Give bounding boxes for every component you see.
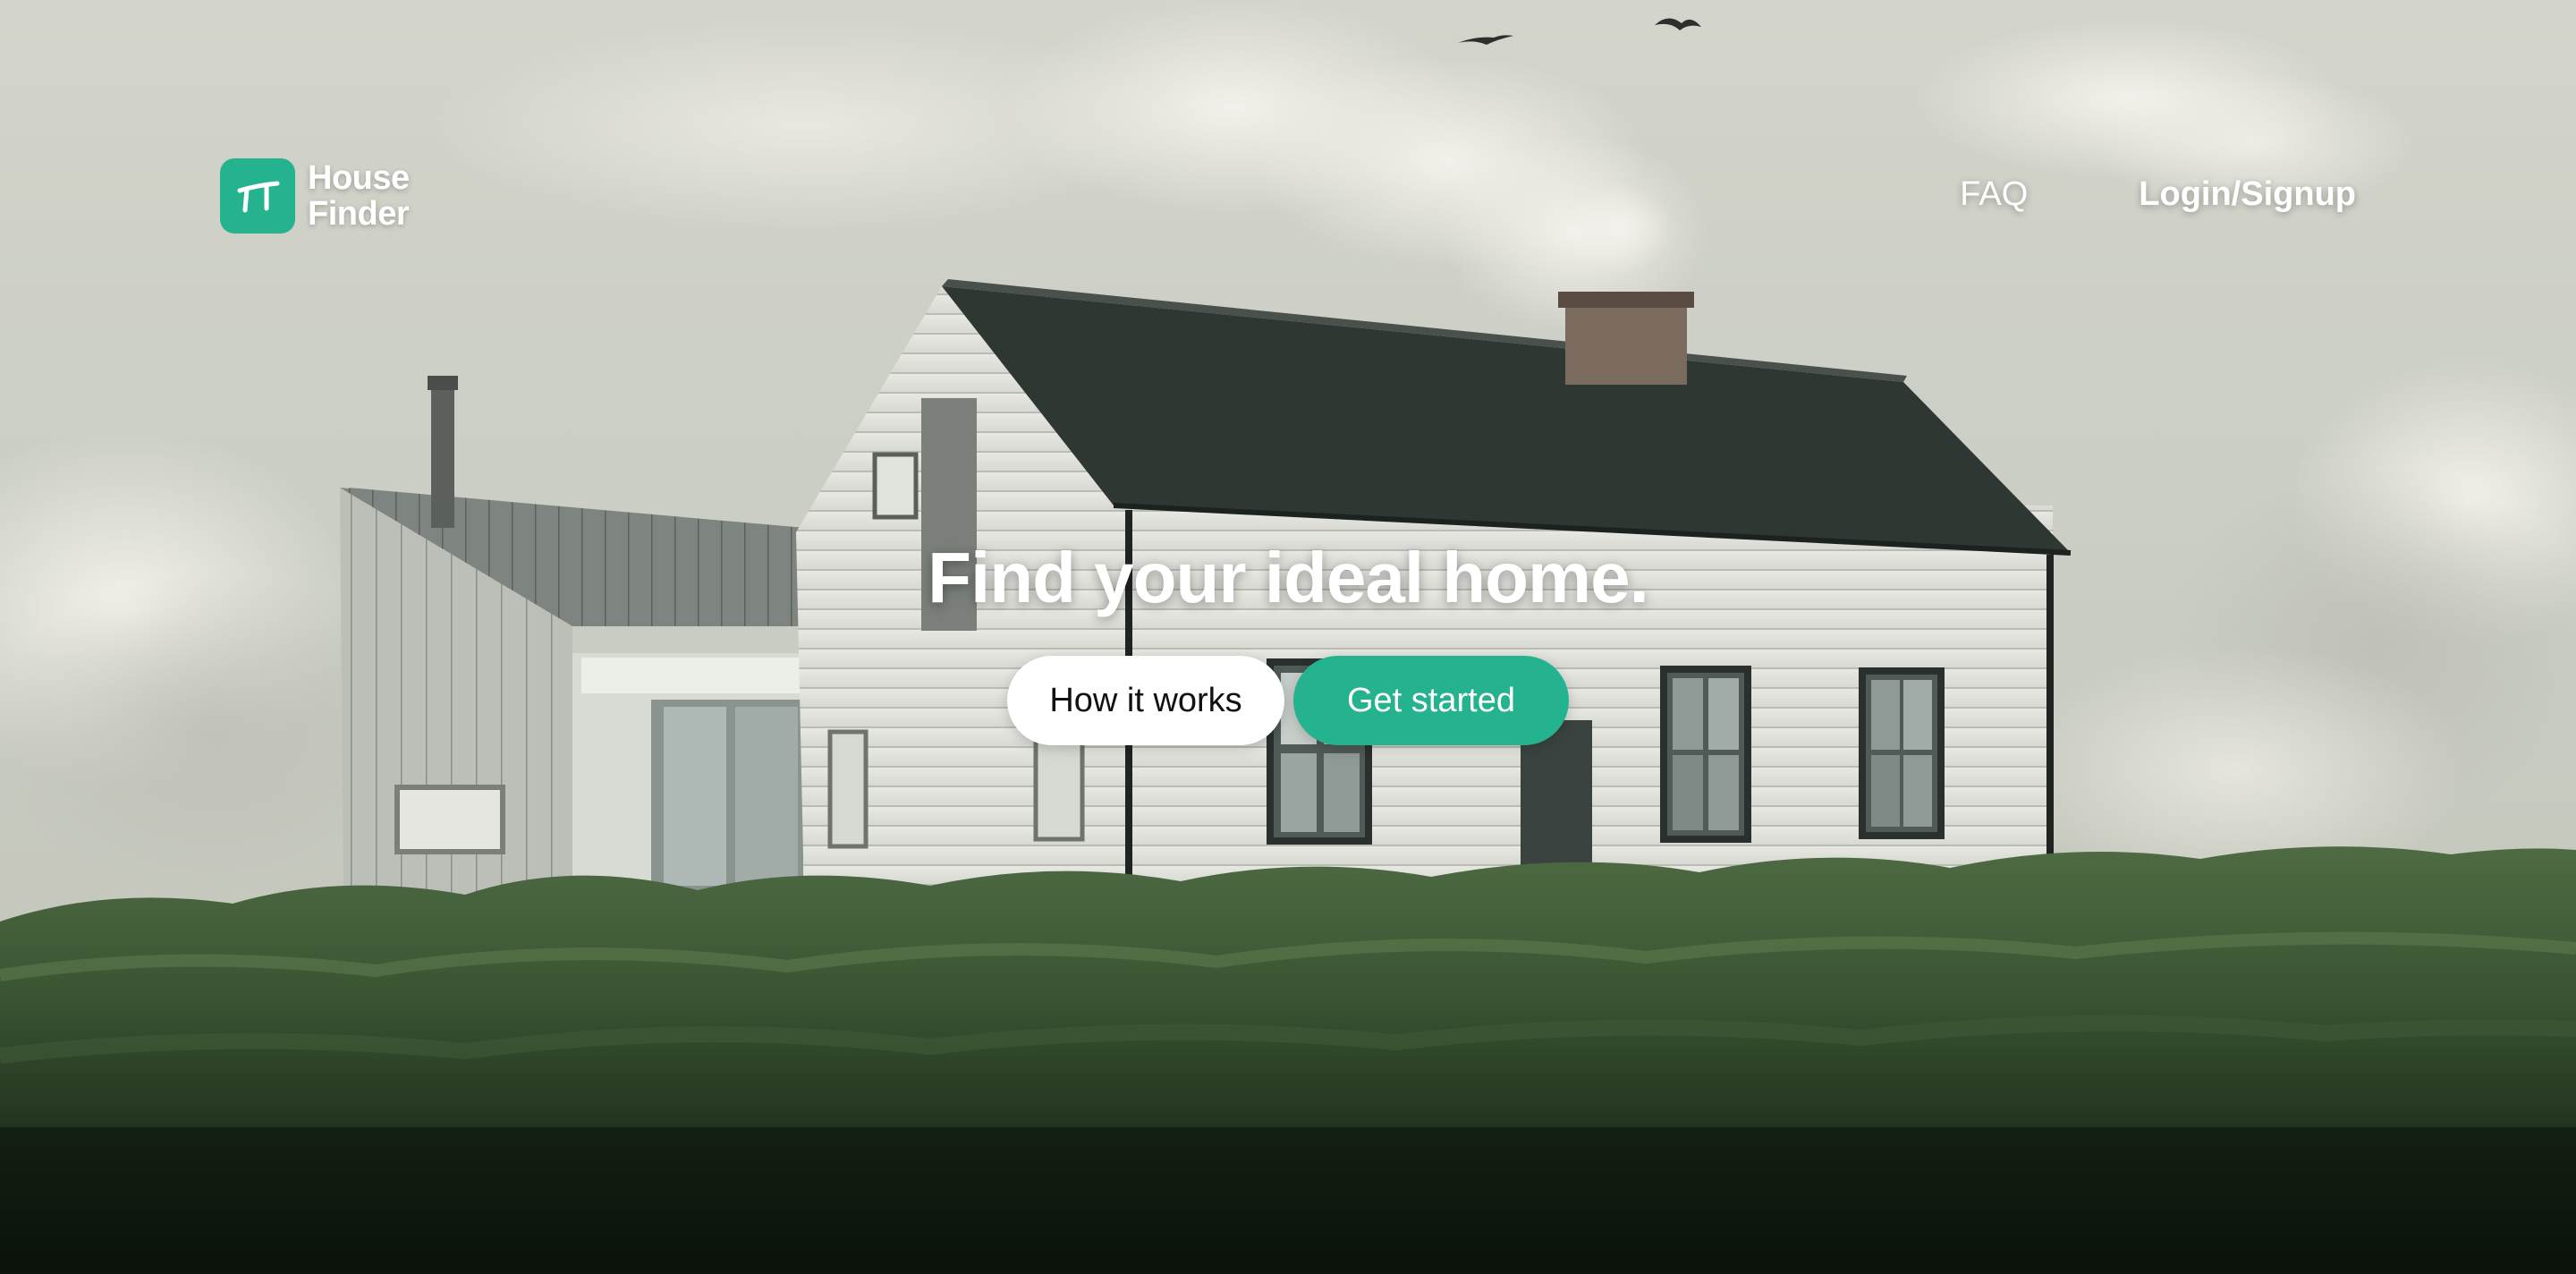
- how-it-works-button[interactable]: How it works: [1007, 656, 1284, 745]
- top-nav: FAQ Login/Signup: [1960, 175, 2356, 214]
- brand-name: House Finder: [308, 160, 410, 232]
- hero-actions: How it works Get started: [0, 656, 2576, 745]
- nav-login-signup-link[interactable]: Login/Signup: [2139, 175, 2356, 214]
- h-monogram-icon: [220, 158, 295, 234]
- brand-name-line2: Finder: [308, 195, 410, 233]
- get-started-button[interactable]: Get started: [1293, 656, 1569, 745]
- nav-faq-link[interactable]: FAQ: [1960, 175, 2028, 214]
- brand-logo[interactable]: House Finder: [220, 158, 410, 234]
- hero-headline: Find your ideal home.: [928, 538, 1649, 617]
- brand-name-line1: House: [308, 159, 410, 197]
